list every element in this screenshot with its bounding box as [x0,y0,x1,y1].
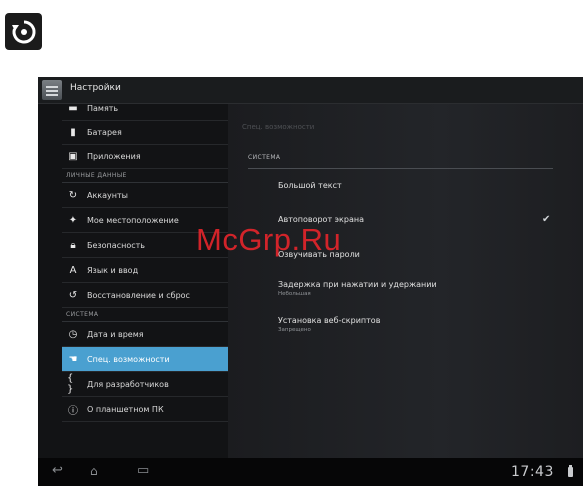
panel-title: Спец. возможности [242,123,315,131]
app-title: Настройки [70,83,121,93]
settings-app-icon[interactable] [42,80,62,100]
restore-icon-graphic [11,19,36,43]
status-clock: 17:43 [511,464,554,480]
option-title: Задержка при нажатии и удержании [278,280,437,289]
restore-icon: ↺ [68,289,78,301]
info-icon: ⓘ [68,405,78,417]
menu-item-backup[interactable]: ↺ Восстановление и сброс [62,283,228,308]
menu-item-date-time[interactable]: ◷ Дата и время [62,322,228,347]
back-icon[interactable]: ↩ [52,464,63,478]
braces-icon: { } [67,373,74,395]
menu-item-label: Язык и ввод [87,265,139,275]
clock-icon: ◷ [68,328,78,340]
menu-item-label: Восстановление и сброс [87,290,190,300]
storage-icon: ▬ [68,104,78,114]
option-subtitle: Запрещено [278,327,311,333]
menu-item-label: Безопасность [87,240,145,250]
watermark: McGrp.Ru [196,222,342,257]
menu-item-battery[interactable]: ▮ Батарея [62,120,228,145]
battery-status-icon [568,465,573,477]
menu-item-label: Дата и время [87,329,144,339]
menu-item-developer[interactable]: { } Для разработчиков [62,372,228,397]
auto-rotate-checkbox[interactable]: ✔ [542,214,550,225]
recents-icon[interactable]: ▭ [137,464,149,478]
option-large-text[interactable]: Большой текст [278,181,558,190]
section-system: СИСТЕМА [62,308,228,322]
location-icon: ✦ [68,214,78,226]
menu-item-label: Мое местоположение [87,215,179,225]
settings-categories: ▬ Память ▮ Батарея ▣ Приложения ЛИЧНЫЕ Д… [38,104,228,458]
option-subtitle: Небольшая [278,291,311,297]
menu-item-label: Приложения [87,151,141,161]
option-touch-hold-delay[interactable]: Задержка при нажатии и удержании Небольш… [278,280,558,297]
lock-icon: 🔒︎ [70,239,76,251]
language-icon: A [69,264,77,276]
section-personal: ЛИЧНЫЕ ДАННЫЕ [62,169,228,183]
menu-item-storage[interactable]: ▬ Память [62,104,228,121]
menu-item-label: Аккаунты [87,190,128,200]
menu-item-language[interactable]: A Язык и ввод [62,258,228,283]
home-icon[interactable]: ⌂ [90,464,98,478]
menu-item-label: Батарея [87,127,122,137]
tablet-screen: Настройки ▬ Память ▮ Батарея ▣ Приложени… [38,77,583,486]
menu-item-label: О планшетном ПК [87,404,164,414]
menu-item-accessibility[interactable]: ☚ Спец. возможности [62,347,228,372]
option-title: Установка веб-скриптов [278,316,381,325]
menu-item-label: Для разработчиков [87,379,169,389]
menu-item-label: Память [87,104,119,113]
panel-section-system: СИСТЕМА [248,154,553,169]
menu-item-about[interactable]: ⓘ О планшетном ПК [62,397,228,422]
system-nav-bar: ↩ ⌂ ▭ 17:43 [38,458,583,486]
sync-icon: ↻ [68,189,78,201]
action-bar: Настройки [38,77,583,104]
menu-item-label: Спец. возможности [87,354,170,364]
battery-icon: ▮ [70,126,76,138]
accessibility-panel: Спец. возможности СИСТЕМА Большой текст … [228,104,583,458]
option-title: Большой текст [278,181,342,190]
restore-icon [5,13,42,50]
option-web-scripts[interactable]: Установка веб-скриптов Запрещено [278,316,558,333]
menu-item-accounts[interactable]: ↻ Аккаунты [62,183,228,208]
hand-icon: ☚ [68,353,78,365]
menu-item-apps[interactable]: ▣ Приложения [62,144,228,169]
apps-icon: ▣ [68,150,78,162]
